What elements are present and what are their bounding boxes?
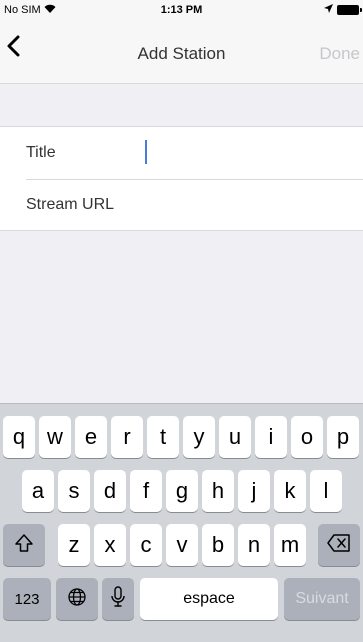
dictation-key[interactable] <box>102 578 134 620</box>
key-j[interactable]: j <box>238 470 270 512</box>
key-o[interactable]: o <box>291 416 323 458</box>
text-cursor <box>145 140 147 164</box>
key-l[interactable]: l <box>310 470 342 512</box>
status-bar: No SIM 1:13 PM <box>0 0 363 20</box>
backspace-icon <box>327 534 351 556</box>
key-y[interactable]: y <box>183 416 215 458</box>
next-key[interactable]: Suivant <box>284 578 360 620</box>
key-e[interactable]: e <box>75 416 107 458</box>
key-t[interactable]: t <box>147 416 179 458</box>
done-button[interactable]: Done <box>319 44 360 64</box>
shift-key[interactable] <box>3 524 45 566</box>
stream-url-label: Stream URL <box>26 196 115 213</box>
space-key[interactable]: espace <box>140 578 278 620</box>
globe-key[interactable] <box>56 578 98 620</box>
stream-url-row: Stream URL <box>0 179 363 231</box>
key-v[interactable]: v <box>166 524 198 566</box>
key-n[interactable]: n <box>238 524 270 566</box>
key-x[interactable]: x <box>94 524 126 566</box>
title-input[interactable] <box>145 140 355 166</box>
key-f[interactable]: f <box>130 470 162 512</box>
key-z[interactable]: z <box>58 524 90 566</box>
page-title: Add Station <box>137 44 226 63</box>
keyboard: q w e r t y u i o p a s d f g h j k l z … <box>0 403 363 642</box>
key-m[interactable]: m <box>274 524 306 566</box>
location-arrow-icon <box>324 4 333 16</box>
title-label: Title <box>26 144 56 161</box>
key-k[interactable]: k <box>274 470 306 512</box>
numbers-key[interactable]: 123 <box>3 578 51 620</box>
key-h[interactable]: h <box>202 470 234 512</box>
shift-icon <box>14 533 34 557</box>
key-g[interactable]: g <box>166 470 198 512</box>
title-row: Title <box>0 127 363 179</box>
key-w[interactable]: w <box>39 416 71 458</box>
key-r[interactable]: r <box>111 416 143 458</box>
key-q[interactable]: q <box>3 416 35 458</box>
battery-icon <box>337 5 362 15</box>
key-d[interactable]: d <box>94 470 126 512</box>
key-s[interactable]: s <box>58 470 90 512</box>
key-b[interactable]: b <box>202 524 234 566</box>
globe-icon <box>67 587 87 611</box>
key-i[interactable]: i <box>255 416 287 458</box>
stream-url-input[interactable] <box>145 192 355 218</box>
key-c[interactable]: c <box>130 524 162 566</box>
status-time: 1:13 PM <box>160 4 203 16</box>
key-p[interactable]: p <box>327 416 359 458</box>
navigation-bar: Add Station Done <box>0 20 363 84</box>
key-a[interactable]: a <box>22 470 54 512</box>
key-u[interactable]: u <box>219 416 251 458</box>
status-right <box>324 4 362 16</box>
delete-key[interactable] <box>318 524 360 566</box>
microphone-icon <box>111 586 125 612</box>
station-form: Title Stream URL <box>0 126 363 231</box>
